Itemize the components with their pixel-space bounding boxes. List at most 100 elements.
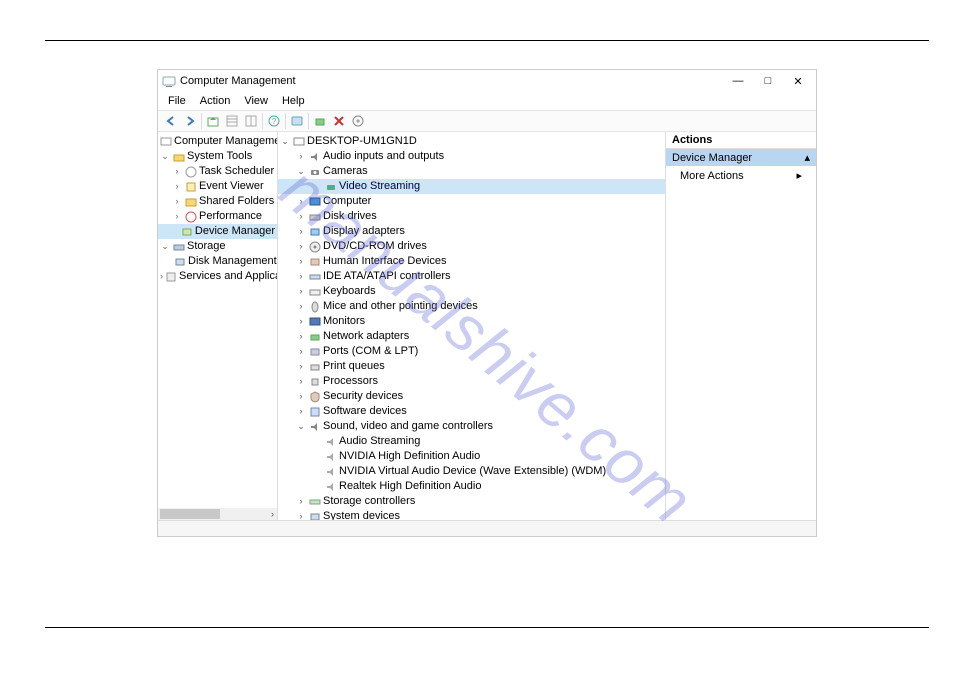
dt-label: System devices bbox=[323, 509, 400, 520]
more-actions-label: More Actions bbox=[680, 170, 744, 182]
caret-right-icon: › bbox=[296, 314, 306, 329]
scrollbar-thumb[interactable] bbox=[160, 509, 220, 519]
device-icon bbox=[181, 225, 193, 238]
display-icon bbox=[308, 225, 321, 238]
menu-action[interactable]: Action bbox=[194, 94, 237, 108]
speaker-icon bbox=[324, 450, 337, 463]
device-tree-panel: ⌄DESKTOP-UM1GN1D ›Audio inputs and outpu… bbox=[278, 132, 666, 520]
dt-nvidia-virtual[interactable]: NVIDIA Virtual Audio Device (Wave Extens… bbox=[278, 464, 665, 479]
dt-network[interactable]: ›Network adapters bbox=[278, 329, 665, 344]
caret-right-icon: › bbox=[296, 344, 306, 359]
back-button[interactable] bbox=[162, 112, 180, 130]
dt-ide[interactable]: ›IDE ATA/ATAPI controllers bbox=[278, 269, 665, 284]
dt-system-devices[interactable]: ›System devices bbox=[278, 509, 665, 520]
dt-display[interactable]: ›Display adapters bbox=[278, 224, 665, 239]
collapse-icon: ▴ bbox=[804, 151, 810, 164]
scrollbar-arrow-right[interactable]: › bbox=[268, 509, 277, 519]
dt-label: Realtek High Definition Audio bbox=[339, 479, 481, 494]
nav-label: Computer Management (Local bbox=[174, 134, 278, 149]
nav-root[interactable]: Computer Management (Local bbox=[158, 134, 277, 149]
dt-audio-streaming[interactable]: Audio Streaming bbox=[278, 434, 665, 449]
window-title: Computer Management bbox=[180, 75, 724, 87]
dt-software[interactable]: ›Software devices bbox=[278, 404, 665, 419]
details-view-button[interactable] bbox=[242, 112, 260, 130]
dt-dvd[interactable]: ›DVD/CD-ROM drives bbox=[278, 239, 665, 254]
minimize-button[interactable]: — bbox=[724, 71, 752, 91]
caret-right-icon: › bbox=[172, 179, 182, 194]
actions-context[interactable]: Device Manager ▴ bbox=[666, 149, 816, 166]
nav-storage[interactable]: ⌄ Storage bbox=[158, 239, 277, 254]
caret-right-icon: › bbox=[172, 194, 182, 209]
dt-hid[interactable]: ›Human Interface Devices bbox=[278, 254, 665, 269]
dt-label: Computer bbox=[323, 194, 371, 209]
dt-keyboards[interactable]: ›Keyboards bbox=[278, 284, 665, 299]
horizontal-scrollbar[interactable]: › bbox=[158, 508, 277, 520]
dt-security[interactable]: ›Security devices bbox=[278, 389, 665, 404]
maximize-button[interactable]: □ bbox=[754, 71, 782, 91]
menu-file[interactable]: File bbox=[162, 94, 192, 108]
drive-icon bbox=[308, 210, 321, 223]
clock-icon bbox=[184, 165, 197, 178]
keyboard-icon bbox=[308, 285, 321, 298]
software-icon bbox=[308, 405, 321, 418]
perf-icon bbox=[184, 210, 197, 223]
caret-right-icon: › bbox=[296, 224, 306, 239]
nav-task-scheduler[interactable]: › Task Scheduler bbox=[158, 164, 277, 179]
nav-services[interactable]: › Services and Applications bbox=[158, 269, 277, 284]
nav-event-viewer[interactable]: › Event Viewer bbox=[158, 179, 277, 194]
caret-down-icon: ⌄ bbox=[296, 419, 306, 434]
caret-right-icon: › bbox=[160, 269, 163, 284]
svg-text:?: ? bbox=[272, 117, 277, 126]
printer-icon bbox=[308, 360, 321, 373]
uninstall-button[interactable] bbox=[330, 112, 348, 130]
dt-computer[interactable]: › Computer bbox=[278, 194, 665, 209]
dt-nvidia-hd[interactable]: NVIDIA High Definition Audio bbox=[278, 449, 665, 464]
caret-down-icon: ⌄ bbox=[160, 149, 170, 164]
dt-realtek[interactable]: Realtek High Definition Audio bbox=[278, 479, 665, 494]
list-view-button[interactable] bbox=[223, 112, 241, 130]
help-button[interactable]: ? bbox=[265, 112, 283, 130]
dt-monitors[interactable]: ›Monitors bbox=[278, 314, 665, 329]
caret-right-icon: › bbox=[296, 374, 306, 389]
dt-audio-io[interactable]: ›Audio inputs and outputs bbox=[278, 149, 665, 164]
toolbar: ? bbox=[158, 110, 816, 132]
dt-root[interactable]: ⌄DESKTOP-UM1GN1D bbox=[278, 134, 665, 149]
dt-label: Network adapters bbox=[323, 329, 409, 344]
dt-storage-ctl[interactable]: ›Storage controllers bbox=[278, 494, 665, 509]
top-rule bbox=[45, 40, 929, 41]
computer-icon bbox=[292, 135, 305, 148]
speaker-icon bbox=[324, 480, 337, 493]
update-driver-button[interactable] bbox=[311, 112, 329, 130]
dt-print[interactable]: ›Print queues bbox=[278, 359, 665, 374]
menu-view[interactable]: View bbox=[238, 94, 274, 108]
caret-right-icon: › bbox=[296, 299, 306, 314]
menu-help[interactable]: Help bbox=[276, 94, 311, 108]
nav-device-manager[interactable]: Device Manager bbox=[158, 224, 277, 239]
forward-button[interactable] bbox=[181, 112, 199, 130]
close-button[interactable]: ✕ bbox=[784, 71, 812, 91]
dt-mice[interactable]: ›Mice and other pointing devices bbox=[278, 299, 665, 314]
nav-tree: Computer Management (Local ⌄ System Tool… bbox=[158, 132, 277, 286]
up-button[interactable] bbox=[204, 112, 222, 130]
nav-shared-folders[interactable]: › Shared Folders bbox=[158, 194, 277, 209]
nav-label: Device Manager bbox=[195, 224, 275, 239]
nav-disk-management[interactable]: Disk Management bbox=[158, 254, 277, 269]
dt-video-streaming[interactable]: Video Streaming bbox=[278, 179, 665, 194]
nav-label: Storage bbox=[187, 239, 226, 254]
caret-right-icon: › bbox=[296, 284, 306, 299]
nav-system-tools[interactable]: ⌄ System Tools bbox=[158, 149, 277, 164]
properties-button[interactable] bbox=[288, 112, 306, 130]
dt-processors[interactable]: ›Processors bbox=[278, 374, 665, 389]
dt-sound[interactable]: ⌄Sound, video and game controllers bbox=[278, 419, 665, 434]
dt-ports[interactable]: ›Ports (COM & LPT) bbox=[278, 344, 665, 359]
dt-cameras[interactable]: ⌄Cameras bbox=[278, 164, 665, 179]
actions-panel: Actions Device Manager ▴ More Actions ▸ bbox=[666, 132, 816, 520]
camera-icon bbox=[324, 180, 337, 193]
system-icon bbox=[308, 510, 321, 520]
dt-disk-drives[interactable]: ›Disk drives bbox=[278, 209, 665, 224]
more-actions[interactable]: More Actions ▸ bbox=[666, 166, 816, 185]
nav-performance[interactable]: › Performance bbox=[158, 209, 277, 224]
scan-button[interactable] bbox=[349, 112, 367, 130]
caret-right-icon: › bbox=[296, 194, 306, 209]
nav-label: Event Viewer bbox=[199, 179, 264, 194]
